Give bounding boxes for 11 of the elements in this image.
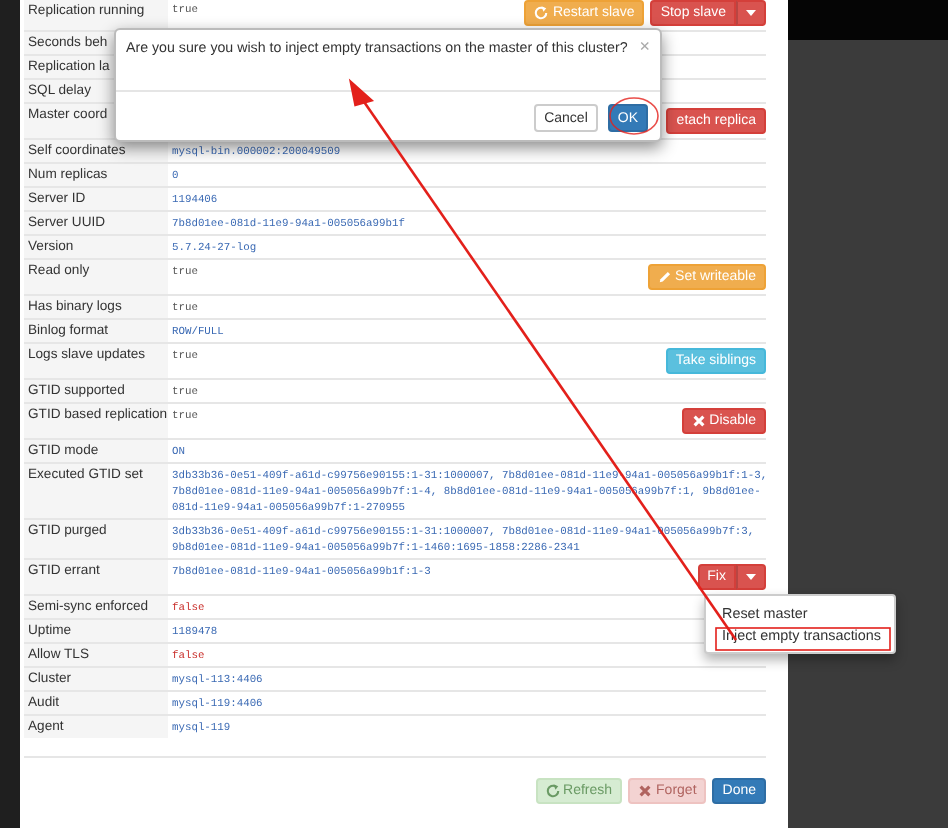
dropdown-toggle[interactable] bbox=[736, 564, 766, 590]
refresh-icon bbox=[545, 784, 560, 798]
close-button[interactable]: × bbox=[639, 40, 650, 54]
pencil-icon bbox=[657, 270, 672, 284]
highlight-circle bbox=[609, 97, 659, 135]
caret-icon bbox=[746, 10, 756, 16]
close-icon bbox=[691, 414, 706, 428]
refresh-icon bbox=[534, 6, 549, 20]
dropdown-toggle[interactable] bbox=[736, 0, 766, 26]
caret-icon bbox=[746, 574, 756, 580]
close-icon bbox=[638, 784, 653, 798]
